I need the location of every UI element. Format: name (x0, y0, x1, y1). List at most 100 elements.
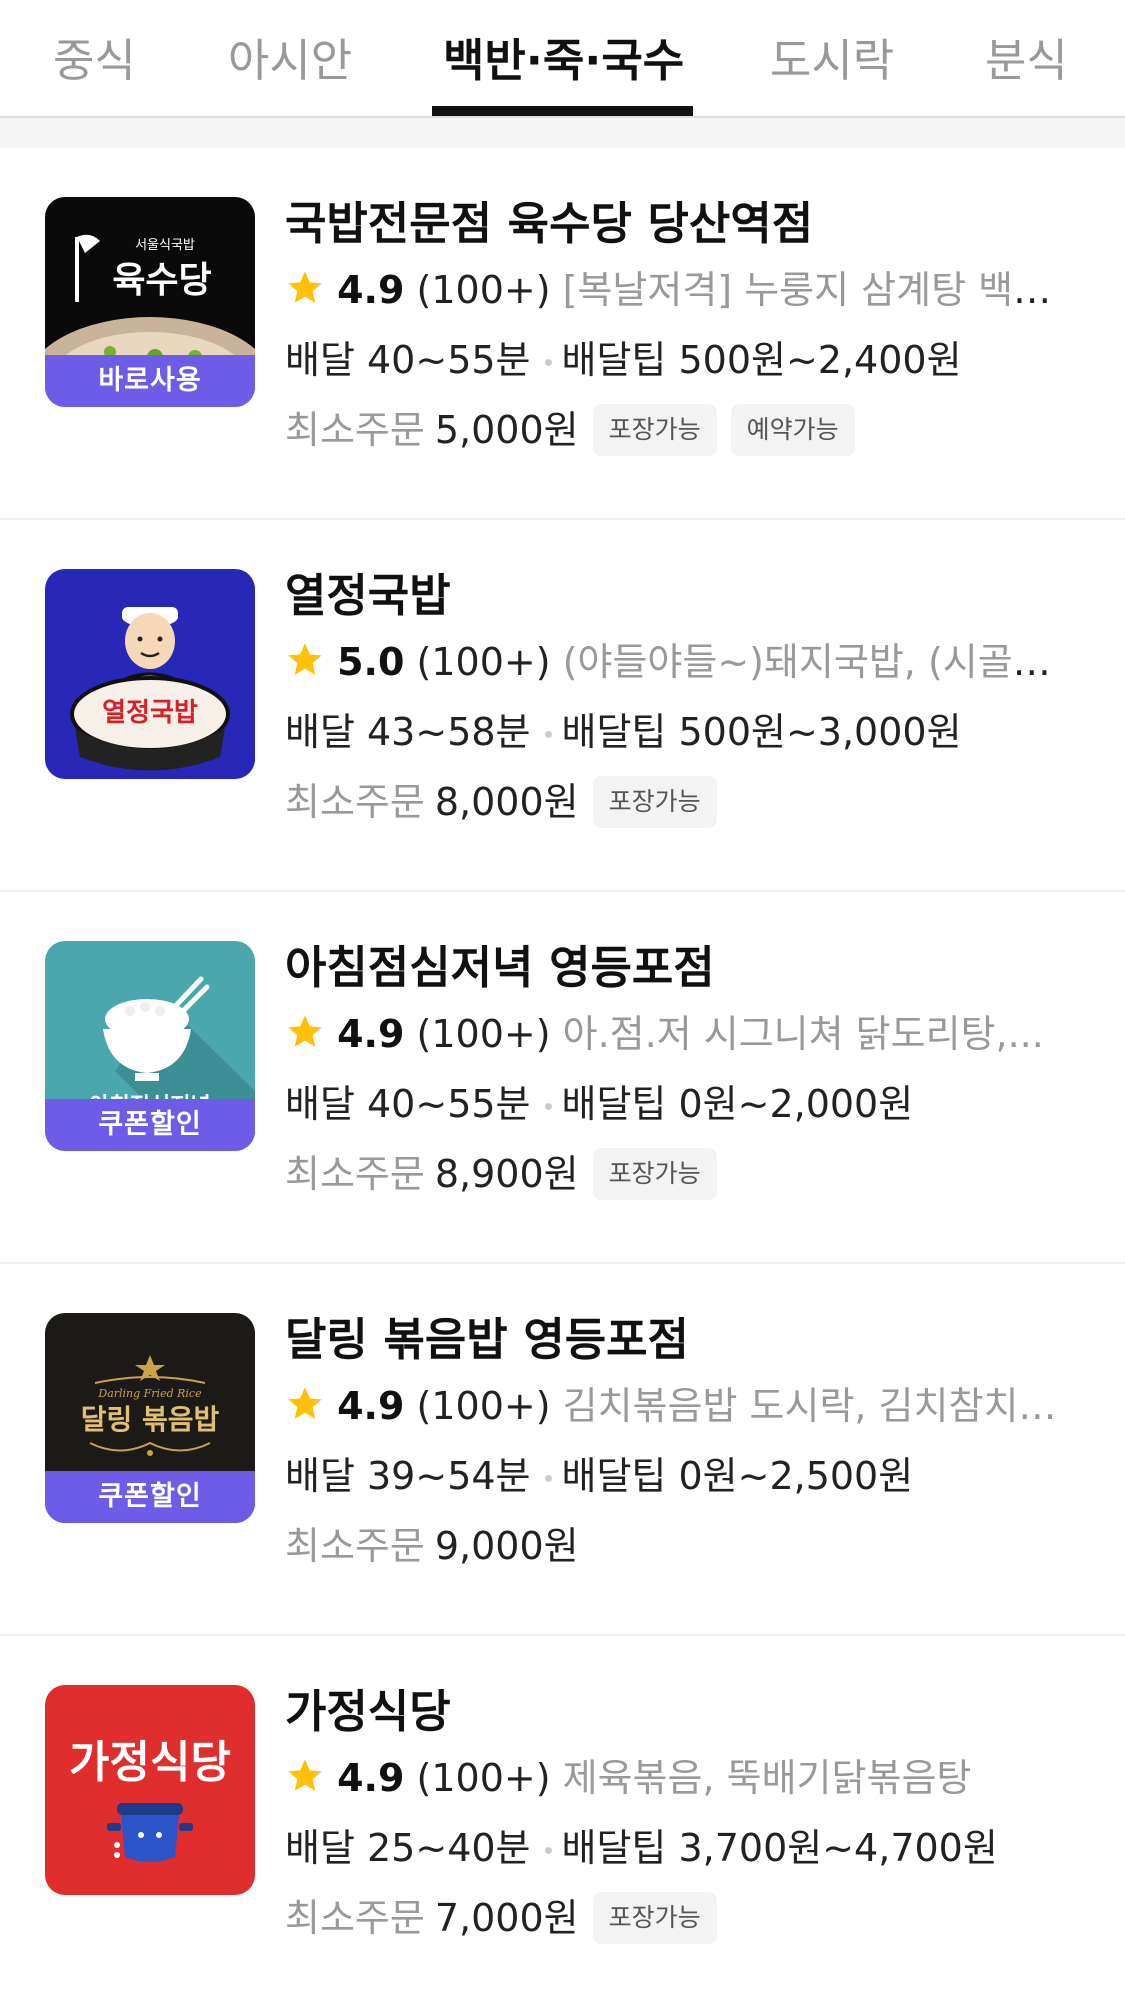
badge-coupon: 쿠폰할인 (45, 1471, 255, 1523)
store-name: 달링 볶음밥 영등포점 (285, 1313, 689, 1366)
active-tab-indicator (432, 106, 693, 116)
star-icon (288, 643, 322, 675)
store-logo-yeoljeong: 열정국밥 (45, 569, 255, 779)
min-order-row: 최소주문 8,000원 포장가능 (285, 776, 1085, 828)
logo-big-text: 열정국밥 (102, 698, 198, 728)
badge-coupon: 쿠폰할인 (45, 1099, 255, 1151)
tab-asian[interactable]: 아시안 (228, 24, 352, 89)
delivery-row: 배달 39~54분 배달팁 0원~2,500원 (285, 1450, 1085, 1502)
delivery-time: 배달 40~55분 (285, 1082, 531, 1126)
chip-reservation: 예약가능 (730, 404, 855, 456)
store-name: 가정식당 (285, 1685, 451, 1738)
store-info: 가정식당 4.9 (100+) 제육볶음, 뚝배기닭볶음탕 배달 25~40분 배… (285, 1682, 1085, 1944)
rating-row: 5.0 (100+) (야들야들~)돼지국밥, (시골순… (285, 636, 1075, 688)
dot-separator (544, 1103, 552, 1110)
star-icon (288, 1759, 322, 1791)
badge-instant-use: 바로사용 (45, 355, 255, 407)
store-name: 열정국밥 (285, 569, 451, 622)
logo-big-text: 육수당 (112, 259, 211, 301)
rating-row: 4.9 (100+) 아.점.저 시그니쳐 닭도리탕,... (285, 1008, 1075, 1060)
min-order-value: 5,000원 (434, 408, 579, 452)
store-logo-darling: Darling Fried Rice 달링 볶음밥 쿠폰할인 (45, 1313, 255, 1523)
tab-baekban-juk-noodle[interactable]: 백반·죽·국수 (443, 24, 684, 89)
min-order-label: 최소주문 (285, 780, 425, 824)
delivery-time: 배달 39~54분 (285, 1454, 531, 1498)
store-info: 달링 볶음밥 영등포점 4.9 (100+) 김치볶음밥 도시락, 김치참치… … (285, 1310, 1085, 1572)
tab-dosirak[interactable]: 도시락 (770, 24, 894, 89)
delivery-tip: 배달팁 3,700원~4,700원 (561, 1826, 998, 1870)
store-info: 아침점심저녁 영등포점 4.9 (100+) 아.점.저 시그니쳐 닭도리탕,.… (285, 938, 1085, 1200)
chip-takeout: 포장가능 (592, 404, 717, 456)
store-card-gajeong[interactable]: 가정식당 가정식당 4.9 (100+) 제육볶음, 뚝배기닭볶음탕 배달 25… (0, 1636, 1125, 2008)
dot-separator (544, 359, 552, 366)
rating-value: 4.9 (337, 1384, 405, 1428)
rating-value: 4.9 (337, 268, 405, 312)
rating-value: 4.9 (337, 1756, 405, 1800)
delivery-tip: 배달팁 500원~3,000원 (561, 710, 962, 754)
store-card-darling[interactable]: Darling Fried Rice 달링 볶음밥 쿠폰할인 달링 볶음밥 영등… (0, 1264, 1125, 1636)
delivery-time: 배달 43~58분 (285, 710, 531, 754)
min-order-value: 9,000원 (434, 1524, 579, 1568)
delivery-time: 배달 25~40분 (285, 1826, 531, 1870)
min-order-row: 최소주문 7,000원 포장가능 (285, 1892, 1085, 1944)
delivery-row: 배달 40~55분 배달팁 500원~2,400원 (285, 334, 1085, 386)
store-info: 열정국밥 5.0 (100+) (야들야들~)돼지국밥, (시골순… 배달 43… (285, 566, 1085, 828)
rating-row: 4.9 (100+) [복날저격] 누룽지 삼계탕 백숙... (285, 264, 1075, 316)
tab-chinese[interactable]: 중식 (53, 24, 136, 89)
min-order-row: 최소주문 9,000원 (285, 1520, 1085, 1572)
delivery-row: 배달 40~55분 배달팁 0원~2,000원 (285, 1078, 1085, 1130)
review-count: (100+) (416, 1756, 551, 1800)
min-order-label: 최소주문 (285, 1524, 425, 1568)
min-order-row: 최소주문 8,900원 포장가능 (285, 1148, 1085, 1200)
store-info: 국밥전문점 육수당 당산역점 4.9 (100+) [복날저격] 누룽지 삼계탕… (285, 194, 1085, 456)
star-icon (288, 1015, 322, 1047)
menu-description: [복날저격] 누룽지 삼계탕 백숙... (562, 268, 1075, 312)
logo-small-text: 서울식국밥 (135, 238, 195, 253)
category-tabs: 중식 아시안 백반·죽·국수 도시락 분식 (0, 0, 1125, 118)
menu-description: 제육볶음, 뚝배기닭볶음탕 (562, 1756, 972, 1800)
store-name: 국밥전문점 육수당 당산역점 (285, 197, 814, 250)
review-count: (100+) (416, 640, 551, 684)
min-order-row: 최소주문 5,000원 포장가능 예약가능 (285, 404, 1085, 456)
menu-description: 아.점.저 시그니쳐 닭도리탕,... (562, 1012, 1044, 1056)
delivery-tip: 배달팁 500원~2,400원 (561, 338, 962, 382)
min-order-label: 최소주문 (285, 1152, 425, 1196)
tab-bunsik[interactable]: 분식 (985, 24, 1068, 89)
delivery-tip: 배달팁 0원~2,500원 (561, 1454, 914, 1498)
store-list: 서울식국밥 육수당 바로사용 국밥전문점 육수당 당산역점 4.9 (100+)… (0, 148, 1125, 2008)
min-order-value: 8,900원 (434, 1152, 579, 1196)
min-order-value: 7,000원 (434, 1896, 579, 1940)
section-gap (0, 118, 1125, 148)
delivery-tip: 배달팁 0원~2,000원 (561, 1082, 914, 1126)
review-count: (100+) (416, 268, 551, 312)
delivery-time: 배달 40~55분 (285, 338, 531, 382)
store-logo-yuksudang: 서울식국밥 육수당 바로사용 (45, 197, 255, 407)
store-name: 아침점심저녁 영등포점 (285, 941, 715, 994)
rating-value: 5.0 (337, 640, 405, 684)
review-count: (100+) (416, 1012, 551, 1056)
logo-big-text: 달링 볶음밥 (81, 1403, 220, 1436)
chip-takeout: 포장가능 (592, 1892, 717, 1944)
min-order-label: 최소주문 (285, 1896, 425, 1940)
min-order-value: 8,000원 (434, 780, 579, 824)
min-order-label: 최소주문 (285, 408, 425, 452)
rating-row: 4.9 (100+) 제육볶음, 뚝배기닭볶음탕 (285, 1752, 1075, 1804)
chip-takeout: 포장가능 (592, 776, 717, 828)
dot-separator (544, 1847, 552, 1854)
logo-small-text: Darling Fried Rice (97, 1387, 202, 1400)
store-logo-achimjeomsim: 아침점심저녁 쿠폰할인 (45, 941, 255, 1151)
store-card-achimjeomsim[interactable]: 아침점심저녁 쿠폰할인 아침점심저녁 영등포점 4.9 (100+) 아.점.저… (0, 892, 1125, 1264)
chip-takeout: 포장가능 (592, 1148, 717, 1200)
store-card-yeoljeong[interactable]: 열정국밥 열정국밥 5.0 (100+) (야들야들~)돼지국밥, (시골순… … (0, 520, 1125, 892)
menu-description: 김치볶음밥 도시락, 김치참치… (562, 1384, 1057, 1428)
store-card-yuksudang[interactable]: 서울식국밥 육수당 바로사용 국밥전문점 육수당 당산역점 4.9 (100+)… (0, 148, 1125, 520)
dot-separator (544, 1475, 552, 1482)
menu-description: (야들야들~)돼지국밥, (시골순… (562, 640, 1075, 684)
delivery-row: 배달 43~58분 배달팁 500원~3,000원 (285, 706, 1085, 758)
star-icon (288, 271, 322, 303)
store-logo-gajeong: 가정식당 (45, 1685, 255, 1895)
dot-separator (544, 731, 552, 738)
logo-big-text: 가정식당 (69, 1737, 231, 1788)
delivery-row: 배달 25~40분 배달팁 3,700원~4,700원 (285, 1822, 1085, 1874)
star-icon (288, 1387, 322, 1419)
